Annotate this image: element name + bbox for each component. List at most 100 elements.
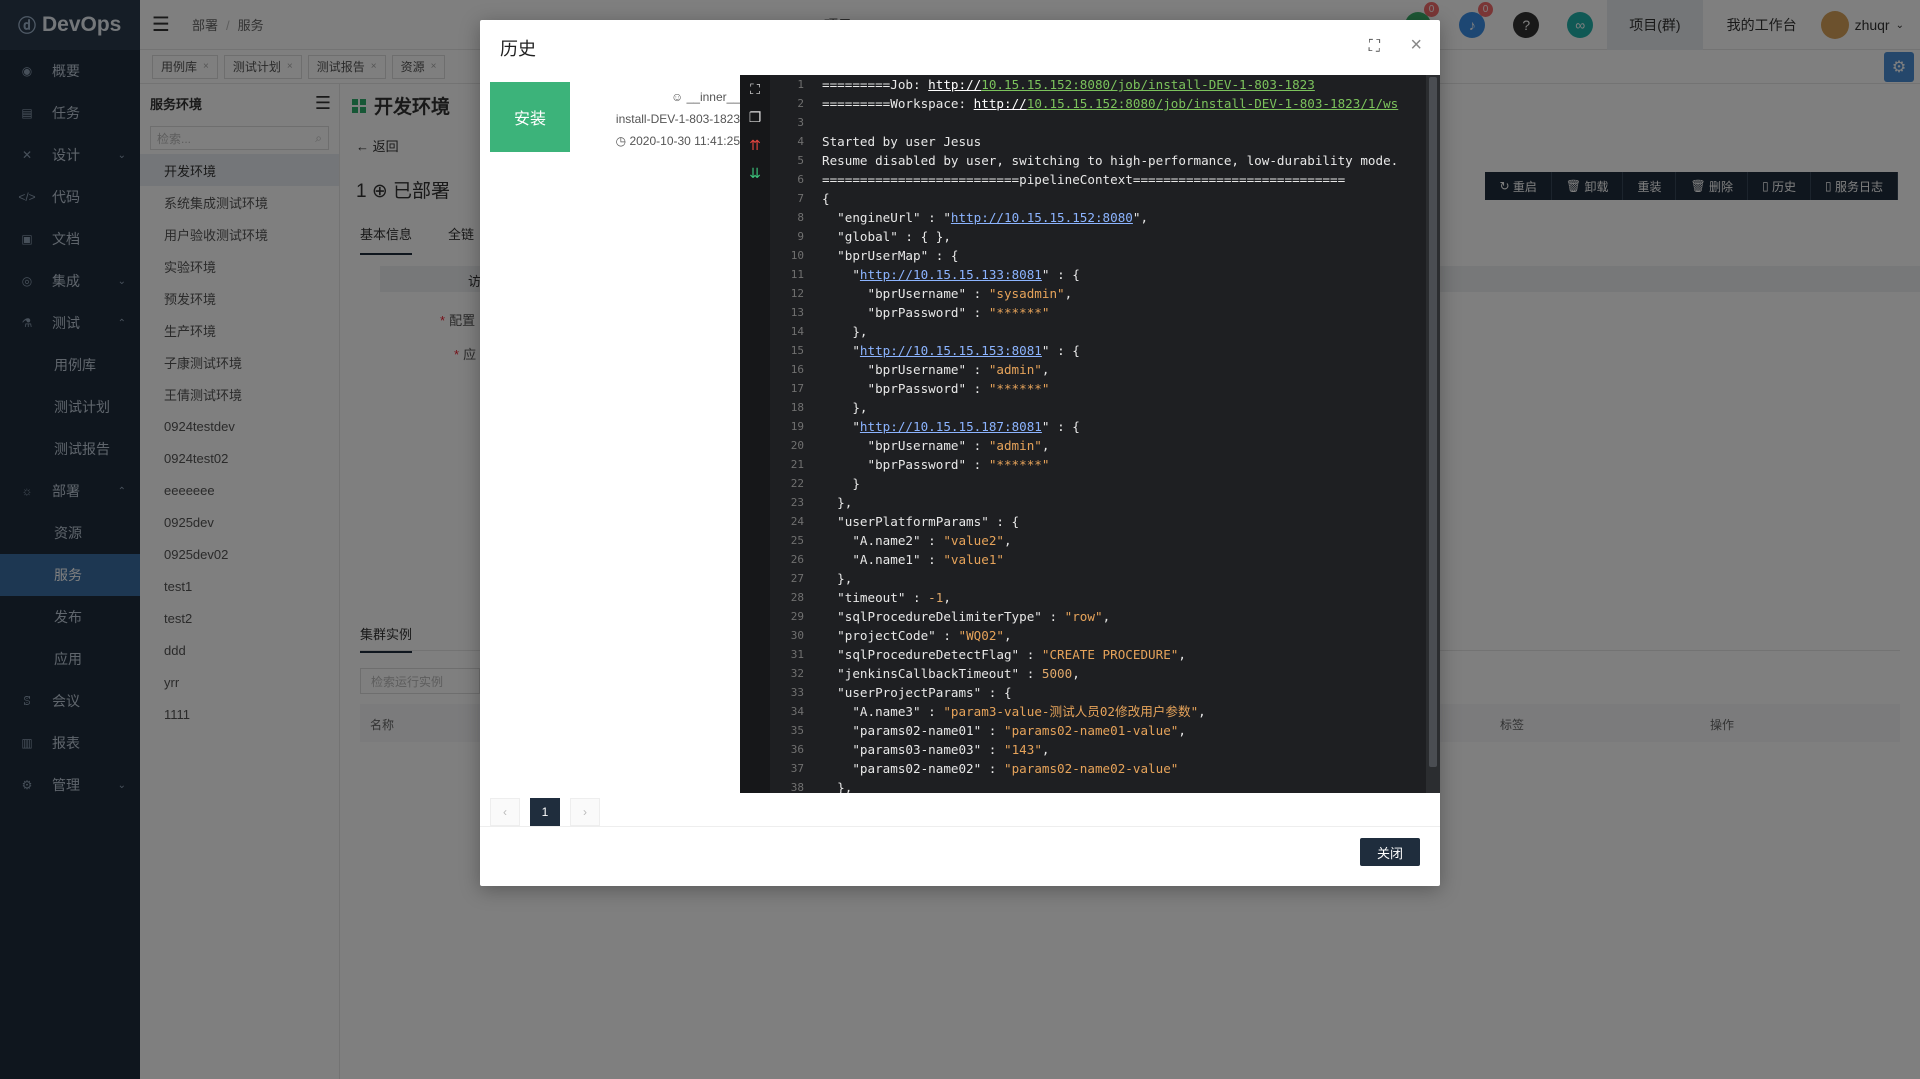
copy-icon[interactable]: ❐ [740,103,770,131]
log-line: "params03-name03" : "143", [822,742,1050,757]
history-record[interactable]: 安装 ☺ __inner__ install-DEV-1-803-1823 ◷ … [490,82,740,162]
line-number: 7 [797,192,804,205]
line-number: 38 [790,781,804,793]
line-number: 24 [790,515,804,528]
line-number: 18 [790,401,804,414]
line-number: 25 [790,534,804,547]
line-number: 9 [797,230,804,243]
log-line: ==========================pipelineContex… [822,172,1346,187]
line-numbers: 1 2 3 4 5 6 7 8 9 10 11 12 13 14 15 16 17 18 19 20 21 22 23 24 2… [770,75,812,793]
line-number: 22 [790,477,804,490]
record-job: install-DEV-1-803-1823 [615,112,740,126]
log-line: "bprPassword" : "******" [822,305,1050,320]
log-line: }, [822,324,868,339]
line-number: 35 [790,724,804,737]
line-number: 28 [790,591,804,604]
line-number: 11 [790,268,804,281]
log-line: "params02-name02" : "params02-name02-val… [822,761,1179,776]
line-number: 17 [790,382,804,395]
log-line: "global" : { }, [822,229,951,244]
log-line: "userPlatformParams" : { [822,514,1020,529]
log-line: "sqlProcedureDetectFlag" : "CREATE PROCE… [822,647,1186,662]
log-line: }, [822,495,853,510]
log-viewer[interactable]: ⛶ ❐ ⇈ ⇊ 1 2 3 4 5 6 7 8 9 10 11 12 13 14 15 16 17 18 19 20 2… [740,75,1440,793]
install-action-badge[interactable]: 安装 [490,82,570,152]
line-number: 19 [790,420,804,433]
line-number: 10 [790,249,804,262]
record-user: ☺ __inner__ [616,86,740,108]
line-number: 2 [797,97,804,110]
line-number: 37 [790,762,804,775]
user-icon: ☺ [671,90,684,104]
scroll-top-icon[interactable]: ⇈ [740,131,770,159]
log-line: "A.name2" : "value2", [822,533,1012,548]
divider [480,826,1440,827]
line-number: 32 [790,667,804,680]
line-number: 5 [797,154,804,167]
log-line: =========Workspace: http://10.15.15.152:… [822,96,1399,111]
line-number: 15 [790,344,804,357]
log-line: }, [822,571,853,586]
line-number: 36 [790,743,804,756]
line-number: 13 [790,306,804,319]
record-time-text: 2020-10-30 11:41:25 [629,134,740,148]
record-user-name: __inner__ [686,90,740,104]
history-record-meta: ☺ __inner__ install-DEV-1-803-1823 ◷ 202… [616,86,740,152]
line-number: 26 [790,553,804,566]
prev-page-button[interactable]: ‹ [490,798,520,826]
line-number: 20 [790,439,804,452]
log-line: Started by user Jesus [822,134,982,149]
line-number: 30 [790,629,804,642]
line-number: 1 [797,78,804,91]
history-dialog: 历史 ⛶ × 安装 ☺ __inner__ install-DEV-1-803-… [480,20,1440,886]
next-page-button[interactable]: › [570,798,600,826]
line-number: 6 [797,173,804,186]
log-line: } [822,476,860,491]
line-number: 34 [790,705,804,718]
line-number: 31 [790,648,804,661]
log-line: "projectCode" : "WQ02", [822,628,1012,643]
log-line: "A.name3" : "param3-value-测试人员02修改用户参数", [822,704,1206,719]
log-line: "bprUsername" : "sysadmin", [822,286,1073,301]
log-line: "bprPassword" : "******" [822,381,1050,396]
app-root: ⓓDevOps ◉概要 ▤任务 ✕设计⌄ </>代码 ▣文档 ◎集成⌄ ⚗测试⌃… [0,0,1920,1079]
log-line: "jenkinsCallbackTimeout" : 5000, [822,666,1080,681]
scrollbar-thumb[interactable] [1429,77,1437,767]
dialog-title: 历史 [500,38,536,59]
line-number: 16 [790,363,804,376]
line-number: 14 [790,325,804,338]
log-line: "http://10.15.15.133:8081" : { [822,267,1080,282]
log-line: =========Job: http://10.15.15.152:8080/j… [822,77,1315,92]
fullscreen-icon[interactable]: ⛶ [740,75,770,103]
log-line: "params02-name01" : "params02-name01-val… [822,723,1186,738]
line-number: 21 [790,458,804,471]
log-line: "bprUserMap" : { [822,248,959,263]
log-line: Resume disabled by user, switching to hi… [822,153,1399,168]
log-line: "A.name1" : "value1" [822,552,1004,567]
line-number: 4 [797,135,804,148]
close-icon[interactable]: × [1410,34,1422,57]
line-number: 12 [790,287,804,300]
log-line: "timeout" : -1, [822,590,951,605]
log-line: { [822,191,830,206]
fullscreen-icon[interactable]: ⛶ [1369,38,1380,56]
close-button[interactable]: 关闭 [1360,838,1420,866]
scroll-bottom-icon[interactable]: ⇊ [740,159,770,187]
log-line: "bprUsername" : "admin", [822,438,1050,453]
dialog-header: 历史 ⛶ × [480,20,1440,75]
log-line: "bprPassword" : "******" [822,457,1050,472]
record-time: ◷ 2020-10-30 11:41:25 [616,130,740,152]
page-button[interactable]: 1 [530,798,560,826]
log-line: }, [822,780,853,793]
pagination: ‹ 1 › [490,798,610,826]
line-number: 29 [790,610,804,623]
log-line: "engineUrl" : "http://10.15.15.152:8080"… [822,210,1149,225]
log-line: "sqlProcedureDelimiterType" : "row", [822,609,1111,624]
log-content: =========Job: http://10.15.15.152:8080/j… [822,75,1426,793]
line-number: 33 [790,686,804,699]
line-number: 27 [790,572,804,585]
log-scrollbar[interactable] [1426,75,1440,793]
log-line: "userProjectParams" : { [822,685,1012,700]
log-toolbar: ⛶ ❐ ⇈ ⇊ [740,75,770,793]
